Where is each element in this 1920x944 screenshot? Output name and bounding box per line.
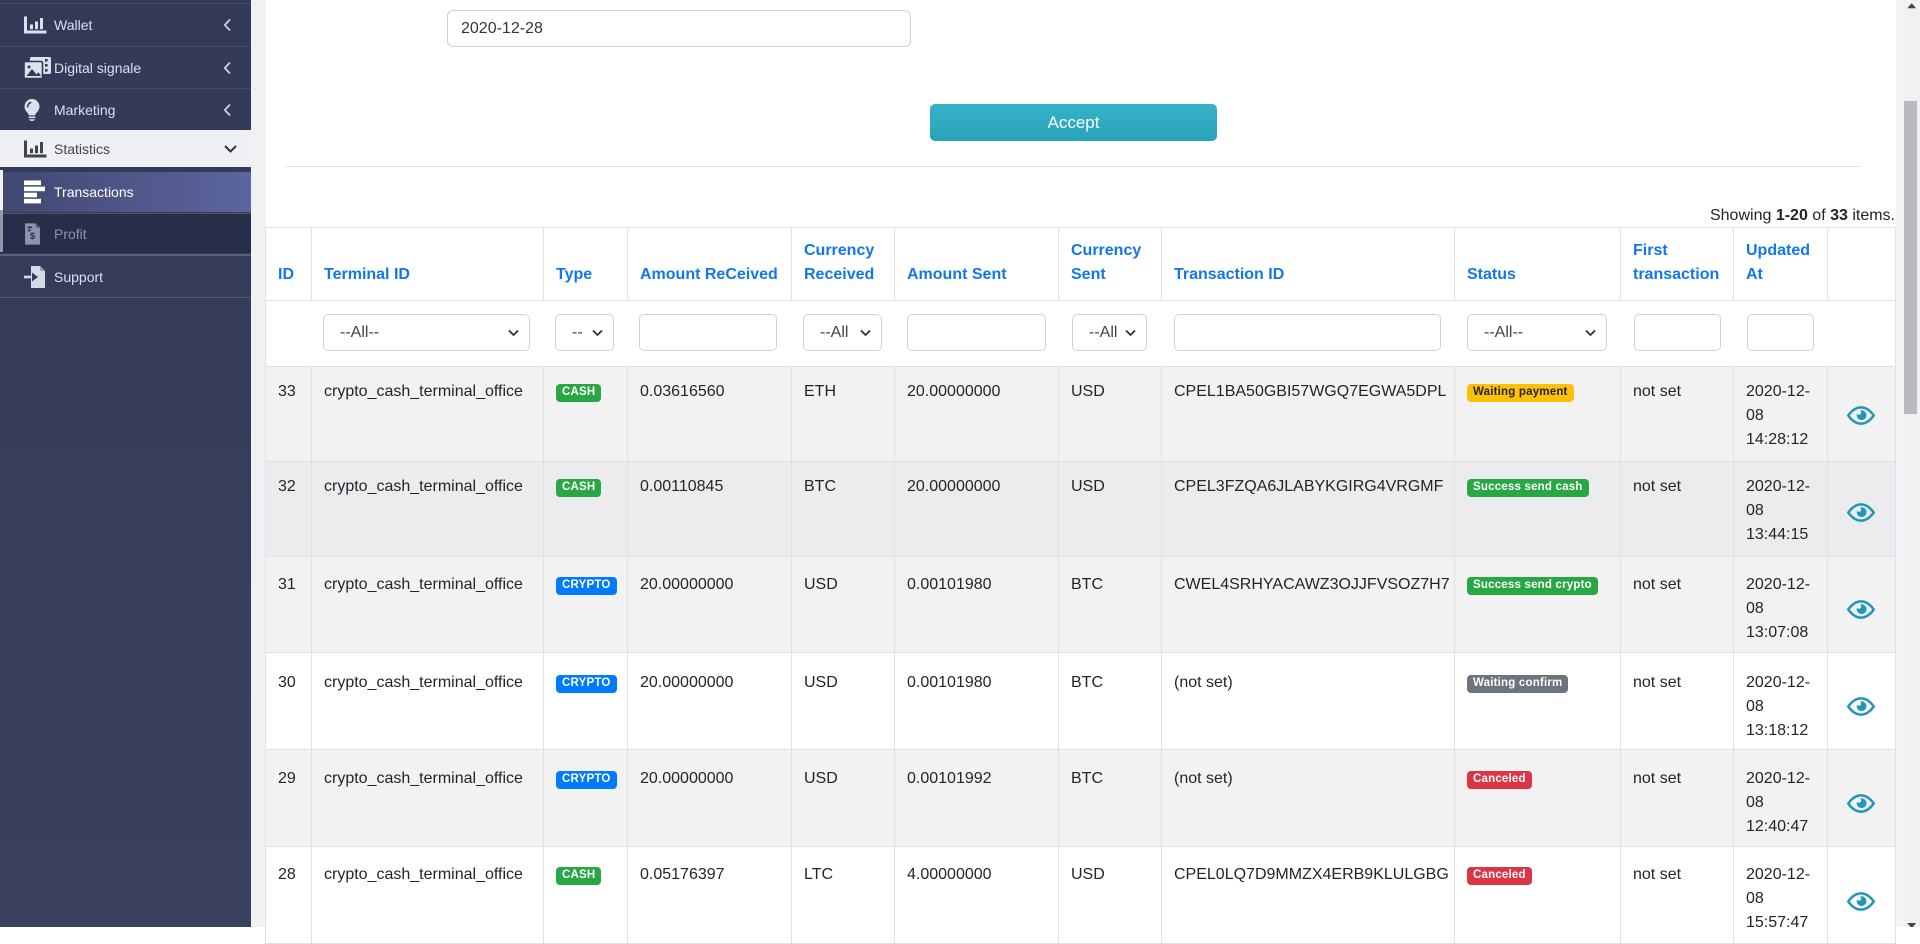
svg-text:$: $: [30, 230, 36, 241]
